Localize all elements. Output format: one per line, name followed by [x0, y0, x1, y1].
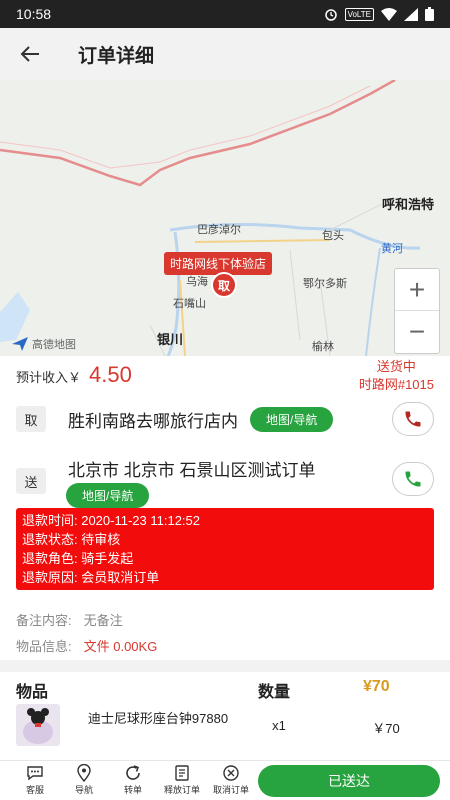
map-label-baotou: 包头	[322, 230, 344, 242]
refund-role: 退款角色: 骑手发起	[22, 551, 134, 566]
delivery-nav-button[interactable]: 地图/导航	[66, 483, 150, 508]
battery-icon	[425, 7, 434, 21]
delivery-badge: 送	[16, 468, 46, 494]
document-icon	[175, 765, 189, 781]
clock-product-image	[23, 708, 53, 744]
order-number: 时路网#1015	[358, 377, 434, 392]
map-label-hohhot: 呼和浩特	[382, 197, 435, 212]
goods-info-label: 物品信息:	[16, 639, 72, 654]
refund-reason: 退款原因: 会员取消订单	[22, 570, 160, 585]
pickup-nav-button[interactable]: 地图/导航	[250, 406, 334, 432]
amap-logo: 高德地图	[12, 336, 76, 352]
pickup-badge: 取	[16, 406, 46, 432]
amap-arrow-icon	[12, 337, 28, 351]
cancel-order-button[interactable]: 取消订单	[206, 764, 256, 796]
map-label-bayannur: 巴彦淖尔	[197, 224, 241, 236]
income-label: 预计收入￥	[16, 370, 82, 385]
goods-thumbnail[interactable]	[16, 704, 60, 746]
release-order-button[interactable]: 释放订单	[157, 764, 207, 796]
goods-item-price: ￥70	[372, 721, 400, 736]
map-label-huanghe: 黄河	[381, 243, 403, 255]
map-label-yulin: 榆林	[312, 341, 334, 353]
goods-header-item: 物品	[16, 684, 49, 701]
map-label-wuhai: 乌海	[186, 276, 208, 288]
refresh-icon	[126, 765, 140, 780]
phone-red-icon	[405, 411, 421, 427]
pickup-row: 取 胜利南路去哪旅行店内 地图/导航	[16, 406, 436, 432]
chat-icon	[27, 766, 43, 781]
signal-icon	[404, 7, 418, 21]
zoom-in-button[interactable]: +	[395, 269, 439, 311]
status-time: 10:58	[16, 6, 52, 22]
remark-label: 备注内容:	[16, 613, 72, 628]
cancel-order-label: 取消订单	[212, 785, 249, 795]
map-label-yinchuan: 银川	[157, 332, 184, 347]
phone-green-icon	[405, 471, 421, 487]
order-status: 送货中	[376, 359, 416, 374]
delivery-info: 北京市 北京市 石景山区测试订单 地图/导航	[66, 456, 316, 508]
app-bar: 订单详细	[0, 28, 450, 80]
refund-state: 退款状态: 待审核	[22, 532, 121, 547]
transfer-button[interactable]: 转单	[108, 764, 158, 796]
service-label: 客服	[25, 785, 44, 795]
zoom-out-button[interactable]: −	[395, 311, 439, 353]
status-icons: VoLTE	[324, 7, 434, 21]
order-card: 预计收入￥ 4.50 送货中 时路网#1015 取 胜利南路去哪旅行店内 地图/…	[0, 356, 450, 660]
service-button[interactable]: 客服	[10, 764, 60, 796]
goods-info-value: 文件 0.00KG	[83, 639, 158, 654]
goods-table: 物品 数量 ¥70 迪士尼球形座台钟97880 x1 ￥70	[0, 672, 450, 760]
pickup-address: 胜利南路去哪旅行店内	[68, 411, 238, 431]
arrow-left-icon	[20, 46, 39, 62]
close-circle-icon	[223, 765, 239, 781]
map-label-shizuishan: 石嘴山	[173, 298, 206, 310]
goods-item-qty: x1	[272, 718, 286, 733]
delivery-row: 送 北京市 北京市 石景山区测试订单 地图/导航	[16, 456, 436, 508]
remark-value: 无备注	[83, 613, 123, 628]
release-order-label: 释放订单	[163, 785, 200, 795]
page-title: 订单详细	[78, 45, 155, 67]
volte-badge: VoLTE	[344, 7, 374, 21]
income-value: 4.50	[89, 362, 132, 387]
map-zoom-control: + −	[394, 268, 440, 354]
location-pin-icon	[77, 764, 91, 782]
pickup-map-pin[interactable]: 取	[211, 272, 237, 298]
map-label-ordos: 鄂尔多斯	[303, 278, 347, 290]
alarm-icon	[324, 9, 337, 21]
delivery-address: 北京市 北京市 石景山区测试订单	[68, 461, 316, 480]
map-view[interactable]: 时路网线下体验店 取 巴彦淖尔 包头 呼和浩特 黄河 乌海 鄂尔多斯 石嘴山 银…	[0, 80, 450, 356]
goods-item-name: 迪士尼球形座台钟97880	[87, 711, 229, 726]
refund-time: 退款时间: 2020-11-23 11:12:52	[22, 513, 201, 528]
income-row: 预计收入￥ 4.50	[16, 362, 132, 388]
amap-logo-text: 高德地图	[32, 339, 76, 351]
refund-info-box: 退款时间: 2020-11-23 11:12:52 退款状态: 待审核 退款角色…	[16, 508, 434, 590]
wifi-icon	[381, 7, 397, 21]
order-status-block: 送货中 时路网#1015	[359, 358, 434, 394]
store-callout[interactable]: 时路网线下体验店	[164, 252, 273, 275]
transfer-label: 转单	[123, 785, 142, 795]
back-button[interactable]	[0, 28, 60, 80]
delivered-button[interactable]: 已送达	[258, 765, 440, 797]
map-background	[0, 80, 421, 356]
delivery-call-button[interactable]	[392, 462, 434, 496]
navigate-label: 导航	[74, 785, 93, 795]
goods-header-total: ¥70	[363, 678, 390, 695]
remark-line: 备注内容: 无备注	[16, 610, 123, 629]
goods-info-line: 物品信息: 文件 0.00KG	[16, 636, 157, 655]
goods-header-qty: 数量	[258, 684, 291, 701]
pickup-call-button[interactable]	[392, 402, 434, 436]
bottom-action-bar: 客服 导航 转单 释放订单 取消订单 已送达	[0, 760, 450, 800]
status-bar: 10:58 VoLTE	[0, 0, 450, 28]
navigate-button[interactable]: 导航	[59, 764, 109, 796]
